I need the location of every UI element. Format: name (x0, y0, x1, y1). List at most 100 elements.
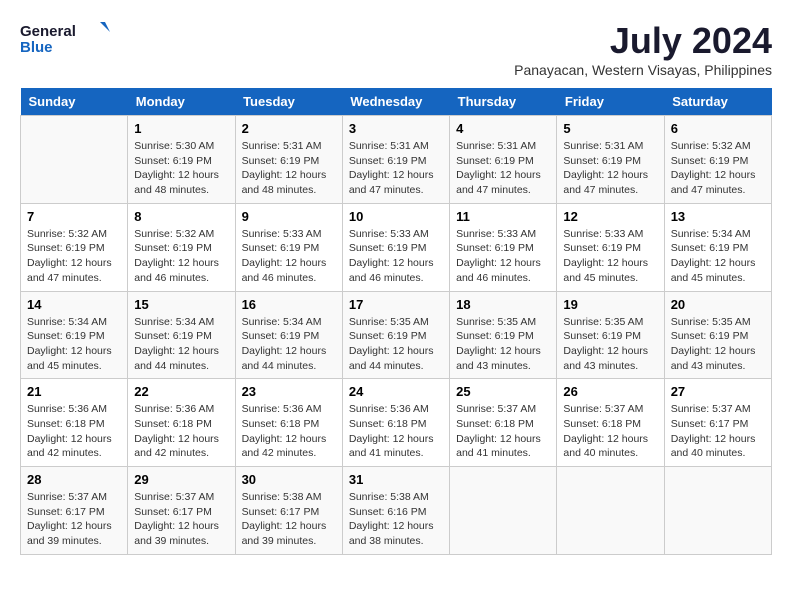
day-info: Sunrise: 5:33 AMSunset: 6:19 PMDaylight:… (456, 227, 550, 286)
day-info: Sunrise: 5:35 AMSunset: 6:19 PMDaylight:… (671, 315, 765, 374)
day-info: Sunrise: 5:35 AMSunset: 6:19 PMDaylight:… (456, 315, 550, 374)
calendar-cell: 7 Sunrise: 5:32 AMSunset: 6:19 PMDaylight… (21, 203, 128, 291)
day-number: 20 (671, 297, 765, 312)
calendar-cell: 14 Sunrise: 5:34 AMSunset: 6:19 PMDayligh… (21, 291, 128, 379)
calendar-week-row: 14 Sunrise: 5:34 AMSunset: 6:19 PMDayligh… (21, 291, 772, 379)
calendar-cell: 2Sunrise: 5:31 AMSunset: 6:19 PMDaylight… (235, 116, 342, 204)
calendar-cell: 19 Sunrise: 5:35 AMSunset: 6:19 PMDayligh… (557, 291, 664, 379)
day-info: Sunrise: 5:36 AMSunset: 6:18 PMDaylight:… (242, 402, 336, 461)
day-number: 7 (27, 209, 121, 224)
day-info: Sunrise: 5:37 AMSunset: 6:17 PMDaylight:… (27, 490, 121, 549)
calendar-cell: 8Sunrise: 5:32 AMSunset: 6:19 PMDaylight… (128, 203, 235, 291)
day-info: Sunrise: 5:34 AMSunset: 6:19 PMDaylight:… (242, 315, 336, 374)
calendar-cell: 20 Sunrise: 5:35 AMSunset: 6:19 PMDayligh… (664, 291, 771, 379)
day-info: Sunrise: 5:31 AMSunset: 6:19 PMDaylight:… (456, 139, 550, 198)
day-number: 9 (242, 209, 336, 224)
day-number: 6 (671, 121, 765, 136)
calendar-cell: 18 Sunrise: 5:35 AMSunset: 6:19 PMDayligh… (450, 291, 557, 379)
day-number: 13 (671, 209, 765, 224)
day-number: 17 (349, 297, 443, 312)
calendar-week-row: 7 Sunrise: 5:32 AMSunset: 6:19 PMDaylight… (21, 203, 772, 291)
day-info: Sunrise: 5:34 AMSunset: 6:19 PMDaylight:… (134, 315, 228, 374)
col-header-tuesday: Tuesday (235, 88, 342, 116)
title-block: July 2024 Panayacan, Western Visayas, Ph… (514, 20, 772, 78)
calendar-cell: 4 Sunrise: 5:31 AMSunset: 6:19 PMDaylight… (450, 116, 557, 204)
calendar-cell: 21Sunrise: 5:36 AMSunset: 6:18 PMDayligh… (21, 379, 128, 467)
calendar-cell (450, 467, 557, 555)
day-info: Sunrise: 5:37 AMSunset: 6:17 PMDaylight:… (671, 402, 765, 461)
calendar-cell: 10 Sunrise: 5:33 AMSunset: 6:19 PMDayligh… (342, 203, 449, 291)
day-info: Sunrise: 5:34 AMSunset: 6:19 PMDaylight:… (27, 315, 121, 374)
calendar-cell: 22 Sunrise: 5:36 AMSunset: 6:18 PMDayligh… (128, 379, 235, 467)
day-info: Sunrise: 5:33 AMSunset: 6:19 PMDaylight:… (349, 227, 443, 286)
day-number: 14 (27, 297, 121, 312)
day-number: 18 (456, 297, 550, 312)
day-number: 2 (242, 121, 336, 136)
calendar-cell: 1 Sunrise: 5:30 AMSunset: 6:19 PMDaylight… (128, 116, 235, 204)
day-number: 26 (563, 384, 657, 399)
calendar-table: SundayMondayTuesdayWednesdayThursdayFrid… (20, 88, 772, 555)
calendar-cell: 5 Sunrise: 5:31 AMSunset: 6:19 PMDaylight… (557, 116, 664, 204)
col-header-thursday: Thursday (450, 88, 557, 116)
day-number: 22 (134, 384, 228, 399)
calendar-cell (21, 116, 128, 204)
day-info: Sunrise: 5:37 AMSunset: 6:17 PMDaylight:… (134, 490, 228, 549)
day-number: 19 (563, 297, 657, 312)
page-header: General Blue July 2024 Panayacan, Wester… (20, 20, 772, 78)
day-number: 11 (456, 209, 550, 224)
calendar-cell: 9Sunrise: 5:33 AMSunset: 6:19 PMDaylight… (235, 203, 342, 291)
calendar-cell: 15 Sunrise: 5:34 AMSunset: 6:19 PMDayligh… (128, 291, 235, 379)
day-info: Sunrise: 5:30 AMSunset: 6:19 PMDaylight:… (134, 139, 228, 198)
calendar-header-row: SundayMondayTuesdayWednesdayThursdayFrid… (21, 88, 772, 116)
calendar-cell: 3 Sunrise: 5:31 AMSunset: 6:19 PMDaylight… (342, 116, 449, 204)
day-info: Sunrise: 5:32 AMSunset: 6:19 PMDaylight:… (134, 227, 228, 286)
day-info: Sunrise: 5:35 AMSunset: 6:19 PMDaylight:… (563, 315, 657, 374)
calendar-week-row: 21Sunrise: 5:36 AMSunset: 6:18 PMDayligh… (21, 379, 772, 467)
day-number: 5 (563, 121, 657, 136)
col-header-sunday: Sunday (21, 88, 128, 116)
calendar-week-row: 28 Sunrise: 5:37 AMSunset: 6:17 PMDayligh… (21, 467, 772, 555)
day-number: 12 (563, 209, 657, 224)
col-header-saturday: Saturday (664, 88, 771, 116)
svg-text:General: General (20, 23, 76, 40)
calendar-cell: 12 Sunrise: 5:33 AMSunset: 6:19 PMDayligh… (557, 203, 664, 291)
main-title: July 2024 (514, 20, 772, 62)
day-number: 3 (349, 121, 443, 136)
day-number: 4 (456, 121, 550, 136)
day-info: Sunrise: 5:37 AMSunset: 6:18 PMDaylight:… (456, 402, 550, 461)
calendar-cell: 24Sunrise: 5:36 AMSunset: 6:18 PMDayligh… (342, 379, 449, 467)
day-number: 27 (671, 384, 765, 399)
day-info: Sunrise: 5:34 AMSunset: 6:19 PMDaylight:… (671, 227, 765, 286)
day-number: 28 (27, 472, 121, 487)
col-header-friday: Friday (557, 88, 664, 116)
day-number: 15 (134, 297, 228, 312)
day-number: 16 (242, 297, 336, 312)
calendar-cell: 31Sunrise: 5:38 AMSunset: 6:16 PMDayligh… (342, 467, 449, 555)
day-number: 10 (349, 209, 443, 224)
day-info: Sunrise: 5:37 AMSunset: 6:18 PMDaylight:… (563, 402, 657, 461)
calendar-cell: 13 Sunrise: 5:34 AMSunset: 6:19 PMDayligh… (664, 203, 771, 291)
day-info: Sunrise: 5:32 AMSunset: 6:19 PMDaylight:… (27, 227, 121, 286)
calendar-cell (557, 467, 664, 555)
day-number: 24 (349, 384, 443, 399)
calendar-cell: 28 Sunrise: 5:37 AMSunset: 6:17 PMDayligh… (21, 467, 128, 555)
calendar-cell: 30Sunrise: 5:38 AMSunset: 6:17 PMDayligh… (235, 467, 342, 555)
logo: General Blue (20, 20, 110, 61)
calendar-cell: 23Sunrise: 5:36 AMSunset: 6:18 PMDayligh… (235, 379, 342, 467)
day-info: Sunrise: 5:31 AMSunset: 6:19 PMDaylight:… (563, 139, 657, 198)
day-number: 1 (134, 121, 228, 136)
day-number: 30 (242, 472, 336, 487)
day-info: Sunrise: 5:35 AMSunset: 6:19 PMDaylight:… (349, 315, 443, 374)
day-info: Sunrise: 5:38 AMSunset: 6:16 PMDaylight:… (349, 490, 443, 549)
day-info: Sunrise: 5:33 AMSunset: 6:19 PMDaylight:… (563, 227, 657, 286)
calendar-cell: 17 Sunrise: 5:35 AMSunset: 6:19 PMDayligh… (342, 291, 449, 379)
day-info: Sunrise: 5:31 AMSunset: 6:19 PMDaylight:… (349, 139, 443, 198)
logo-svg: General Blue (20, 20, 110, 56)
day-number: 25 (456, 384, 550, 399)
day-number: 29 (134, 472, 228, 487)
calendar-cell (664, 467, 771, 555)
day-info: Sunrise: 5:36 AMSunset: 6:18 PMDaylight:… (134, 402, 228, 461)
calendar-cell: 11 Sunrise: 5:33 AMSunset: 6:19 PMDayligh… (450, 203, 557, 291)
col-header-monday: Monday (128, 88, 235, 116)
calendar-week-row: 1 Sunrise: 5:30 AMSunset: 6:19 PMDaylight… (21, 116, 772, 204)
